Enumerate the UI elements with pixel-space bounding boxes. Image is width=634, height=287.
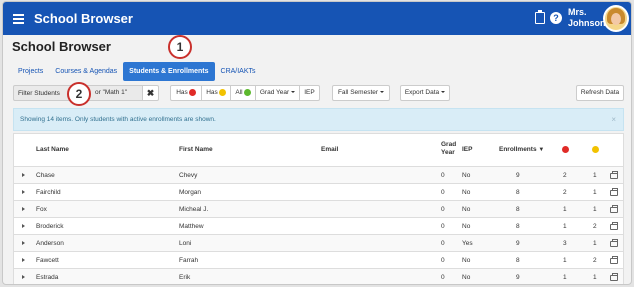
col-iep[interactable]: IEP	[462, 146, 472, 153]
grad-year-dropdown[interactable]: Grad Year	[255, 85, 300, 101]
top-bar: School Browser ? Mrs. Johnson	[3, 2, 631, 35]
col-yellow-count[interactable]	[591, 146, 599, 153]
table-row[interactable]: Anderson Loni 0 Yes 9 3 1	[14, 234, 623, 251]
expand-icon[interactable]	[22, 224, 25, 228]
tab-cra-iakts[interactable]: CRA/IAKTs	[215, 62, 262, 81]
refresh-data-button[interactable]: Refresh Data	[576, 85, 624, 101]
red-dot-icon	[188, 88, 196, 96]
tab-projects[interactable]: Projects	[12, 62, 49, 81]
export-data-dropdown[interactable]: Export Data	[400, 85, 450, 101]
app-title[interactable]: School Browser	[34, 11, 133, 26]
filter-hint: or "Math 1"	[95, 89, 128, 96]
print-icon[interactable]	[610, 188, 618, 196]
sort-down-icon: ▼	[538, 147, 545, 153]
callout-2: 2	[67, 82, 91, 106]
red-dot-icon	[562, 146, 569, 153]
table-row[interactable]: Fawcett Farrah 0 No 8 1 2	[14, 251, 623, 268]
print-icon[interactable]	[610, 239, 618, 247]
tab-bar: Projects Courses & Agendas Students & En…	[12, 62, 262, 81]
print-icon[interactable]	[610, 222, 618, 230]
expand-icon[interactable]	[22, 258, 25, 262]
col-enrollments[interactable]: Enrollments ▼	[499, 146, 544, 153]
table-row[interactable]: Chase Chevy 0 No 9 2 1	[14, 166, 623, 183]
col-last-name[interactable]: Last Name	[36, 146, 69, 153]
expand-icon[interactable]	[22, 241, 25, 245]
print-icon[interactable]	[610, 273, 618, 281]
table-row[interactable]: Fox Micheal J. 0 No 8 1 1	[14, 200, 623, 217]
tab-courses-agendas[interactable]: Courses & Agendas	[49, 62, 123, 81]
students-table: Last Name First Name Email Grad Year IEP …	[13, 133, 624, 284]
expand-icon[interactable]	[22, 190, 25, 194]
semester-dropdown[interactable]: Fall Semester	[332, 85, 390, 101]
print-icon[interactable]	[610, 256, 618, 264]
iep-filter-button[interactable]: IEP	[299, 85, 320, 101]
app-window: School Browser ? Mrs. Johnson School Brow…	[2, 1, 632, 285]
avatar[interactable]	[603, 5, 629, 32]
tab-students-enrollments[interactable]: Students & Enrollments	[123, 62, 215, 81]
col-email[interactable]: Email	[321, 146, 338, 153]
yellow-dot-icon	[218, 88, 226, 96]
chevron-down-icon	[291, 91, 296, 94]
info-alert: Showing 14 items. Only students with act…	[13, 108, 624, 131]
expand-icon[interactable]	[22, 207, 25, 211]
col-red-count[interactable]	[561, 146, 569, 153]
chevron-down-icon	[380, 91, 385, 94]
callout-1: 1	[168, 35, 192, 59]
all-filter-button[interactable]: All	[230, 85, 256, 101]
expand-icon[interactable]	[22, 173, 25, 177]
col-first-name[interactable]: First Name	[179, 146, 213, 153]
page-title: School Browser	[12, 39, 111, 54]
close-icon[interactable]: ×	[611, 109, 616, 130]
print-icon[interactable]	[610, 171, 618, 179]
chevron-down-icon	[441, 91, 446, 94]
clipboard-icon[interactable]	[535, 10, 545, 24]
print-icon[interactable]	[610, 205, 618, 213]
clear-filter-button[interactable]: ✖	[142, 85, 159, 101]
table-row[interactable]: Broderick Matthew 0 No 8 1 2	[14, 217, 623, 234]
has-yellow-filter-button[interactable]: Has	[201, 85, 231, 101]
table-row[interactable]: Fairchild Morgan 0 No 8 2 1	[14, 183, 623, 200]
has-red-filter-button[interactable]: Has	[170, 85, 202, 101]
green-dot-icon	[243, 88, 251, 96]
expand-icon[interactable]	[22, 275, 25, 279]
yellow-dot-icon	[592, 146, 599, 153]
help-icon[interactable]: ?	[550, 12, 562, 24]
table-row[interactable]: Estrada Erik 0 No 9 1 1	[14, 268, 623, 284]
col-grad-year[interactable]: Grad Year	[441, 141, 456, 157]
user-name[interactable]: Mrs. Johnson	[568, 7, 606, 29]
menu-icon[interactable]	[13, 14, 24, 26]
